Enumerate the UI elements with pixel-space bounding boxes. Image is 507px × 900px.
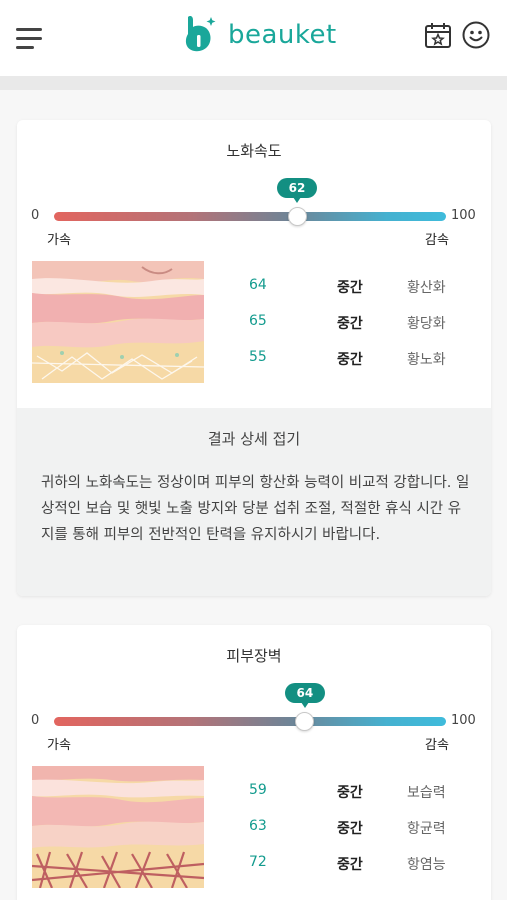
gauge-right-pole: 감속 (425, 738, 449, 753)
gauge-knob (287, 207, 307, 226)
metric-level: 중간 (337, 821, 363, 837)
metric-name: 보습력 (407, 785, 446, 801)
gauge-max-label: 100 (451, 713, 476, 728)
metric-name: 항염능 (407, 857, 446, 873)
gauge-value-bubble: 64 (284, 683, 325, 708)
card-title: 노화속도 (226, 142, 282, 160)
metric-name: 황산화 (407, 280, 446, 296)
metric-level: 중간 (337, 785, 363, 801)
calendar-star-icon[interactable] (423, 20, 453, 50)
result-detail-panel: 결과 상세 접기 귀하의 노화속도는 정상이며 피부의 항산화 능력이 비교적 … (17, 408, 491, 596)
metric-name: 황당화 (407, 316, 446, 332)
metric-name: 황노화 (407, 352, 446, 368)
brand-logo[interactable]: beauket (180, 13, 337, 57)
brand-name: beauket (228, 20, 337, 50)
metric-value: 59 (249, 782, 267, 798)
gauge-track (54, 212, 446, 221)
skin-barrier-gauge: 0 64 100 가속 감속 (17, 681, 491, 761)
metric-level: 중간 (337, 857, 363, 873)
metric-row: 64 중간 황산화 (227, 268, 477, 304)
metric-level: 중간 (337, 352, 363, 368)
result-detail-text: 귀하의 노화속도는 정상이며 피부의 항산화 능력이 비교적 강합니다. 일상적… (41, 475, 470, 543)
gauge-left-pole: 가속 (47, 738, 71, 753)
metric-row: 72 중간 항염능 (227, 845, 477, 881)
metric-value: 63 (249, 818, 267, 834)
gauge-min-label: 0 (31, 713, 40, 728)
aging-metrics-list: 64 중간 황산화 65 중간 황당화 55 중간 황노화 (227, 268, 477, 376)
metric-level: 중간 (337, 316, 363, 332)
gauge-left-pole: 가속 (47, 233, 71, 248)
card-title: 피부장벽 (226, 647, 282, 665)
metric-row: 65 중간 황당화 (227, 304, 477, 340)
gauge-max-label: 100 (451, 208, 476, 223)
metric-value: 55 (249, 349, 267, 365)
aging-speed-gauge: 0 62 100 가속 감속 (17, 176, 491, 256)
aging-speed-card: 노화속도 0 62 100 가속 감속 64 중간 황산화 65 중간 황당화 … (17, 120, 491, 596)
metric-value: 72 (249, 854, 267, 870)
app-header: beauket (0, 0, 507, 76)
metric-row: 59 중간 보습력 (227, 773, 477, 809)
metric-row: 55 중간 황노화 (227, 340, 477, 376)
gauge-knob (295, 712, 315, 731)
metric-value: 64 (249, 277, 267, 293)
hamburger-menu-icon[interactable] (16, 26, 44, 50)
smile-face-icon[interactable] (461, 20, 491, 50)
metric-level: 중간 (337, 280, 363, 296)
skin-aging-illustration (32, 261, 204, 383)
barrier-metrics-list: 59 중간 보습력 63 중간 항균력 72 중간 항염능 (227, 773, 477, 881)
gauge-track (54, 717, 446, 726)
metric-value: 65 (249, 313, 267, 329)
gauge-min-label: 0 (31, 208, 40, 223)
skin-barrier-illustration (32, 766, 204, 888)
gauge-right-pole: 감속 (425, 233, 449, 248)
metric-name: 항균력 (407, 821, 446, 837)
collapse-detail-button[interactable]: 결과 상세 접기 (17, 428, 491, 449)
metric-row: 63 중간 항균력 (227, 809, 477, 845)
skin-barrier-card: 피부장벽 0 64 100 가속 감속 59 중간 보습력 63 중간 항균력 … (17, 625, 491, 900)
logo-mark-icon (185, 16, 216, 52)
header-divider (0, 76, 507, 90)
gauge-value-bubble: 62 (277, 178, 318, 203)
